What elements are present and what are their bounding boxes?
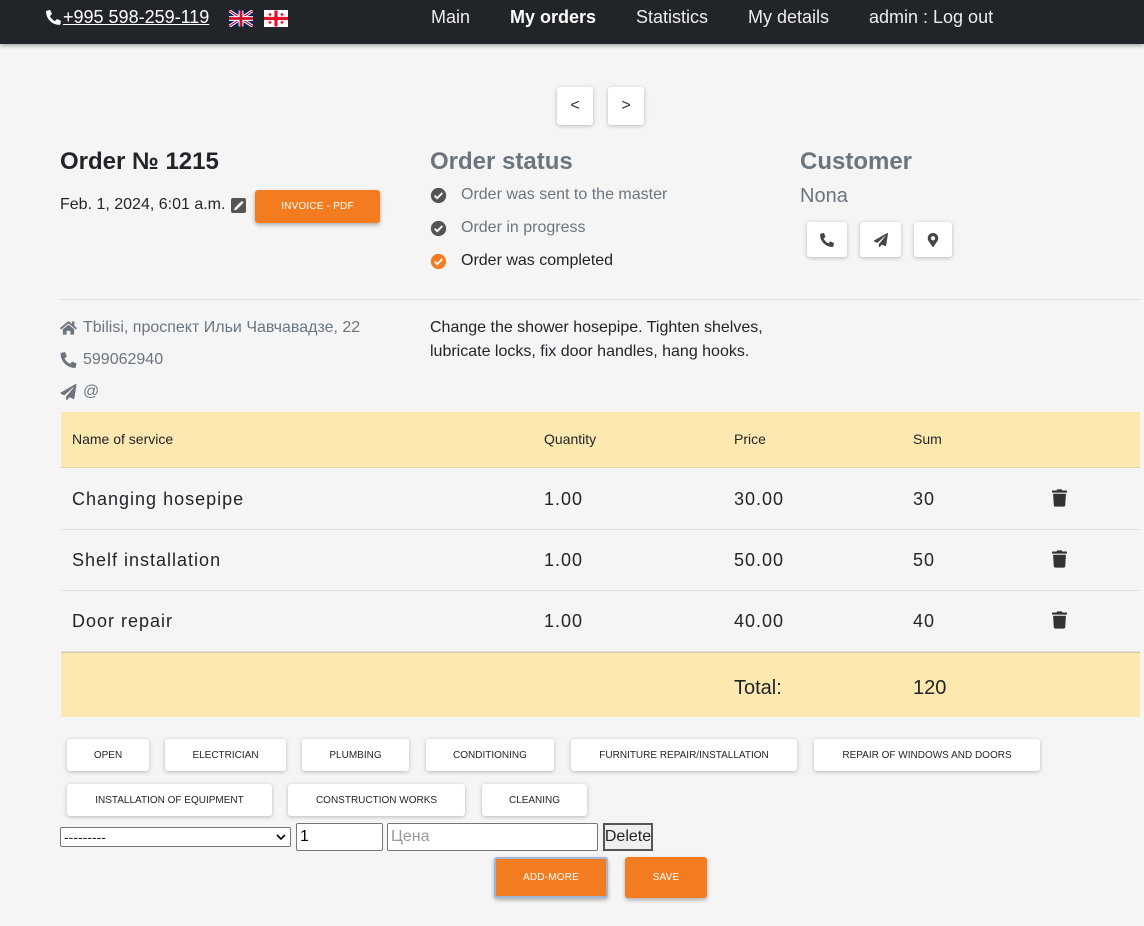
category-cleaning-button[interactable]: CLEANING	[482, 784, 587, 816]
category-equipment-button[interactable]: INSTALLATION OF EQUIPMENT	[67, 784, 272, 816]
service-sum: 50	[913, 550, 936, 570]
message-customer-button[interactable]	[860, 222, 901, 257]
customer-location-button[interactable]	[914, 222, 952, 257]
top-navbar: +995 598-259-119 Main My orders Statisti…	[0, 0, 1144, 44]
phone-icon	[60, 352, 77, 368]
nav-my-orders[interactable]: My orders	[510, 7, 596, 28]
delete-row-button[interactable]	[1052, 611, 1069, 630]
service-sum: 40	[913, 611, 936, 631]
add-more-button[interactable]: ADD-MORE	[494, 857, 608, 898]
customer-name: Nona	[800, 185, 848, 207]
order-status-title: Order status	[430, 148, 573, 175]
service-quantity: 1.00	[544, 489, 584, 509]
order-address: Tbilisi, проспект Ильи Чавчавадзе, 22	[83, 319, 361, 336]
column-header-quantity: Quantity	[544, 431, 597, 447]
service-name: Changing hosepipe	[72, 489, 245, 509]
order-phone: 599062940	[83, 351, 164, 368]
phone-link[interactable]: +995 598-259-119	[46, 7, 209, 28]
service-name: Shelf installation	[72, 550, 222, 570]
table-row: Door repair 1.00 40.00 40	[61, 591, 1140, 652]
service-price: 30.00	[734, 489, 785, 509]
trash-icon	[1052, 611, 1067, 629]
column-header-sum: Sum	[913, 431, 942, 447]
service-select-value: ---------	[64, 829, 106, 845]
service-price: 50.00	[734, 550, 785, 570]
price-input[interactable]	[387, 823, 598, 851]
order-email: @	[83, 383, 100, 400]
category-conditioning-button[interactable]: CONDITIONING	[426, 739, 554, 771]
service-name: Door repair	[72, 611, 174, 631]
chevron-down-icon	[276, 834, 286, 841]
total-row: Total: 120	[61, 652, 1140, 717]
edit-icon[interactable]	[231, 197, 247, 213]
uk-flag-icon[interactable]	[229, 10, 253, 27]
status-step-completed: Order was completed	[430, 252, 613, 270]
category-open-button[interactable]: OPEN	[67, 739, 149, 771]
order-date: Feb. 1, 2024, 6:01 a.m.	[60, 196, 226, 213]
service-quantity: 1.00	[544, 550, 584, 570]
prev-order-button[interactable]: <	[557, 87, 593, 125]
invoice-pdf-button[interactable]: INVOICE - PDF	[255, 190, 380, 223]
save-button[interactable]: SAVE	[625, 857, 707, 898]
category-plumbing-button[interactable]: PLUMBING	[302, 739, 409, 771]
order-title: Order № 1215	[60, 148, 219, 175]
map-marker-icon	[927, 232, 939, 247]
delete-row-button[interactable]	[1052, 550, 1069, 569]
nav-main[interactable]: Main	[431, 7, 470, 28]
georgia-flag-icon[interactable]	[264, 10, 288, 27]
order-email-row: @	[60, 383, 99, 401]
category-construction-button[interactable]: CONSTRUCTION WORKS	[288, 784, 465, 816]
nav-statistics[interactable]: Statistics	[636, 7, 708, 28]
total-label: Total:	[734, 677, 782, 699]
phone-icon	[820, 232, 834, 247]
delete-line-button[interactable]: Delete	[603, 823, 653, 851]
table-row: Shelf installation 1.00 50.00 50	[61, 530, 1140, 591]
status-step-label: Order was sent to the master	[461, 186, 668, 203]
status-step-label: Order was completed	[461, 252, 614, 269]
category-windows-doors-button[interactable]: REPAIR OF WINDOWS AND DOORS	[814, 739, 1040, 771]
column-header-name: Name of service	[72, 431, 174, 447]
nav-my-details[interactable]: My details	[748, 7, 829, 28]
service-price: 40.00	[734, 611, 785, 631]
status-step-progress: Order in progress	[430, 219, 586, 237]
order-phone-row: 599062940	[60, 351, 163, 369]
category-electrician-button[interactable]: ELECTRICIAN	[165, 739, 286, 771]
phone-number: +995 598-259-119	[63, 7, 210, 27]
paper-plane-icon	[60, 384, 77, 400]
customer-title: Customer	[800, 148, 913, 175]
address-row: Tbilisi, проспект Ильи Чавчавадзе, 22	[60, 319, 360, 337]
trash-icon	[1052, 550, 1067, 568]
order-note: Change the shower hosepipe. Tighten shel…	[430, 319, 763, 360]
total-value: 120	[913, 677, 947, 699]
check-circle-icon	[430, 187, 447, 203]
quantity-input[interactable]	[296, 823, 383, 851]
next-order-button[interactable]: >	[608, 87, 644, 125]
service-quantity: 1.00	[544, 611, 584, 631]
column-header-price: Price	[734, 431, 766, 447]
nav-logout[interactable]: admin : Log out	[869, 7, 993, 28]
trash-icon	[1052, 489, 1067, 507]
check-circle-icon	[430, 220, 447, 236]
phone-icon	[46, 10, 61, 25]
order-date-row: Feb. 1, 2024, 6:01 a.m.	[60, 196, 247, 214]
section-divider	[60, 299, 1140, 300]
service-sum: 30	[913, 489, 936, 509]
service-select[interactable]: ---------	[60, 827, 291, 847]
status-step-label: Order in progress	[461, 219, 586, 236]
home-icon	[60, 321, 77, 335]
status-step-sent: Order was sent to the master	[430, 186, 667, 204]
delete-row-button[interactable]	[1052, 489, 1069, 508]
table-row: Changing hosepipe 1.00 30.00 30	[61, 469, 1140, 530]
paper-plane-icon	[873, 232, 888, 247]
call-customer-button[interactable]	[807, 222, 847, 257]
services-table-header: Name of service Quantity Price Sum	[61, 412, 1140, 468]
check-circle-icon	[430, 253, 447, 269]
category-furniture-button[interactable]: FURNITURE REPAIR/INSTALLATION	[571, 739, 797, 771]
